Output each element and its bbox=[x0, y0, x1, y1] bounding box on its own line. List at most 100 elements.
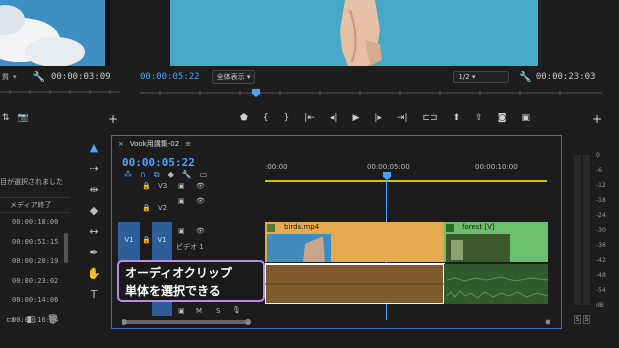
source-dropdown-arrow[interactable]: ▾ bbox=[13, 73, 17, 81]
lock-icon[interactable]: 🔒 bbox=[142, 182, 151, 190]
meter-scale: 0 bbox=[596, 152, 600, 159]
meter-scale: -30 bbox=[596, 227, 606, 234]
list-item[interactable]: 00:00:23:02 bbox=[12, 272, 70, 292]
lock-icon[interactable]: 🔒 bbox=[142, 236, 151, 244]
insert-icon[interactable]: ⇅ bbox=[2, 113, 10, 123]
meter-scale: -48 bbox=[596, 272, 606, 279]
eye-icon[interactable]: 👁 bbox=[196, 197, 205, 205]
eye-icon[interactable]: 👁 bbox=[196, 182, 205, 190]
meter-scale: -6 bbox=[596, 167, 602, 174]
pen-tool-icon[interactable]: ✒ bbox=[84, 243, 104, 261]
meter-scale: -12 bbox=[596, 182, 606, 189]
source-monitor bbox=[0, 0, 110, 66]
playhead-icon bbox=[252, 89, 260, 97]
timeline-scrollbar[interactable] bbox=[122, 319, 550, 325]
list-item[interactable]: 00:00:18:00 bbox=[12, 213, 70, 233]
column-header-media-end[interactable]: メディア終了 bbox=[0, 197, 70, 213]
work-area-bar[interactable] bbox=[265, 180, 547, 182]
audio-meters: 0 -6 -12 -18 -24 -30 -36 -42 -48 -54 dB … bbox=[566, 135, 619, 330]
camera-icon[interactable]: 📷 bbox=[18, 113, 29, 123]
lock-icon[interactable]: 🔒 bbox=[142, 204, 151, 212]
sync-lock-icon[interactable]: ▣ bbox=[178, 197, 185, 205]
snap-icon[interactable]: ∩ bbox=[140, 170, 146, 180]
timeline-timecode[interactable]: 00:00:05:22 bbox=[122, 156, 195, 169]
source-monitor-image bbox=[0, 0, 110, 66]
meter-scale: -54 bbox=[596, 287, 606, 294]
selection-status: 目が選択されました bbox=[0, 178, 63, 186]
selection-tool-icon[interactable]: ▲ bbox=[84, 138, 104, 156]
trash-icon[interactable]: 🗑 bbox=[47, 315, 58, 325]
mark-in-icon[interactable]: { bbox=[263, 113, 269, 123]
captions-icon[interactable]: ▭ bbox=[200, 170, 208, 180]
wrench-icon[interactable]: 🔧 bbox=[33, 72, 45, 83]
track-select-tool-icon[interactable]: ⇢ bbox=[84, 159, 104, 177]
go-to-out-icon[interactable]: ⇥| bbox=[397, 113, 408, 123]
folder-icon[interactable]: ▭ bbox=[6, 315, 15, 325]
camera-icon[interactable]: ◙ bbox=[498, 113, 507, 123]
mark-out-icon[interactable]: } bbox=[284, 113, 290, 123]
source-label: 質 bbox=[2, 73, 9, 81]
list-item[interactable]: 00:00:14:06 bbox=[12, 291, 70, 311]
program-duration: 00:00:23:03 bbox=[535, 72, 596, 82]
sync-lock-icon[interactable]: ▣ bbox=[178, 307, 185, 315]
go-to-in-icon[interactable]: |⇤ bbox=[304, 113, 315, 123]
meter-left bbox=[574, 155, 581, 305]
solo-button[interactable]: S bbox=[216, 307, 220, 315]
close-icon[interactable]: × bbox=[118, 140, 124, 148]
sequence-tab[interactable]: Vook用講集-02 bbox=[130, 139, 179, 149]
add-button[interactable]: + bbox=[592, 112, 602, 126]
ruler-label: 00:00:05:00 bbox=[367, 163, 410, 171]
clip-label-forest: forest [V] bbox=[462, 223, 495, 231]
solo-left-button[interactable]: S bbox=[574, 315, 581, 324]
timeline-clips[interactable] bbox=[265, 222, 548, 304]
list-item[interactable]: 00:00:20:19 bbox=[12, 252, 70, 272]
meter-scale: -36 bbox=[596, 242, 606, 249]
meter-scale: -18 bbox=[596, 197, 606, 204]
eye-icon[interactable]: 👁 bbox=[196, 227, 205, 235]
lift-icon[interactable]: ⬆ bbox=[453, 113, 461, 123]
compare-icon[interactable]: ▣ bbox=[521, 113, 530, 123]
marker-icon[interactable]: ⬟ bbox=[240, 113, 248, 123]
linked-selection-icon[interactable]: ⧉ bbox=[154, 170, 160, 180]
meter-right bbox=[583, 155, 590, 305]
step-back-icon[interactable]: ◂| bbox=[330, 113, 338, 123]
type-tool-icon[interactable]: T bbox=[84, 285, 104, 303]
project-scrollbar[interactable] bbox=[64, 233, 68, 263]
add-button-source[interactable]: + bbox=[108, 112, 118, 126]
resolution-dropdown[interactable]: 1/2 ▾ bbox=[453, 71, 510, 83]
panel-menu-icon[interactable]: ≡ bbox=[185, 140, 191, 148]
callout-line-1: オーディオクリップ bbox=[125, 266, 232, 280]
source-timecode: 00:00:03:09 bbox=[50, 72, 111, 82]
extract-icon[interactable]: ⇪ bbox=[475, 113, 483, 123]
list-item[interactable]: 00:00:51:15 bbox=[12, 233, 70, 253]
ripple-edit-tool-icon[interactable]: ⇹ bbox=[84, 180, 104, 198]
new-item-icon[interactable]: ◧ bbox=[27, 315, 36, 325]
wrench-icon[interactable]: 🔧 bbox=[519, 72, 531, 83]
trim-icon[interactable]: ⊏⊐ bbox=[423, 113, 438, 123]
source-monitor-bar: 質 ▾ 🔧 00:00:03:09 bbox=[0, 68, 120, 86]
track-label-v2: V2 bbox=[158, 204, 168, 212]
program-scrub-bar[interactable] bbox=[140, 88, 602, 98]
settings-wrench-icon[interactable]: 🔧 bbox=[182, 170, 192, 180]
hand-tool-icon[interactable]: ✋ bbox=[84, 264, 104, 282]
ruler-label: :00:00 bbox=[265, 163, 288, 171]
play-icon[interactable]: ▶ bbox=[352, 113, 359, 123]
playhead-icon[interactable] bbox=[383, 172, 391, 180]
meter-unit: dB bbox=[596, 302, 604, 309]
transport-controls: ⬟ { } |⇤ ◂| ▶ |▸ ⇥| ⊏⊐ ⬆ ⇪ ◙ ▣ bbox=[240, 108, 530, 128]
marker-icon[interactable]: ◆ bbox=[168, 170, 174, 180]
program-monitor-image bbox=[170, 0, 538, 66]
razor-tool-icon[interactable]: ◆ bbox=[84, 201, 104, 219]
step-forward-icon[interactable]: |▸ bbox=[374, 113, 382, 123]
sync-lock-icon[interactable]: ▣ bbox=[178, 182, 185, 190]
mute-button[interactable]: M bbox=[196, 307, 202, 315]
mic-icon[interactable]: 🎙 bbox=[232, 306, 241, 314]
fit-dropdown[interactable]: 全体表示 ▾ bbox=[211, 70, 256, 84]
source-scrub-bar[interactable] bbox=[0, 88, 120, 96]
sync-lock-icon[interactable]: ▣ bbox=[178, 227, 185, 235]
nest-icon[interactable]: ⁂ bbox=[124, 170, 132, 180]
slip-tool-icon[interactable]: ↔ bbox=[84, 222, 104, 240]
solo-right-button[interactable]: S bbox=[583, 315, 590, 324]
callout-line-2: 単体を選択できる bbox=[125, 284, 221, 298]
source-controls: ⇅ 📷 bbox=[0, 108, 40, 128]
